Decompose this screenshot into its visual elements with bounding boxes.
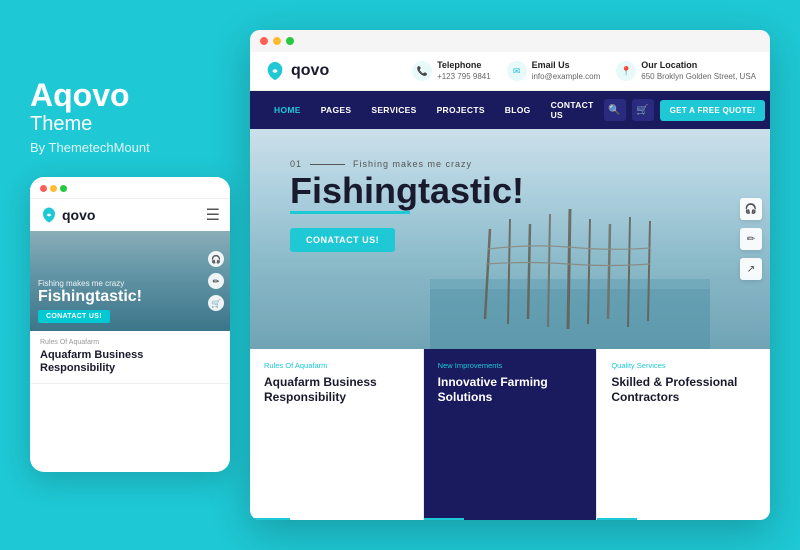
site-hero: 01 Fishing makes me crazy Fishingtastic!… (250, 129, 770, 349)
dot-green (60, 185, 67, 192)
nav-projects[interactable]: PROJECTS (427, 96, 495, 124)
site-logo: qovo (264, 60, 329, 82)
free-quote-button[interactable]: GET A FREE QUOTE! (660, 100, 766, 121)
brand-theme: Theme (30, 113, 250, 136)
mobile-card-title: Aquafarm Business Responsibility (40, 349, 220, 375)
nav-blog[interactable]: BLOG (495, 96, 541, 124)
mobile-logo-text: qovo (62, 207, 95, 223)
cart-button[interactable]: 🛒 (632, 99, 654, 121)
desktop-dot-green (286, 37, 294, 45)
desktop-dot-red (260, 37, 268, 45)
desktop-topbar (250, 30, 770, 52)
mobile-logo-row: qovo ☰ (30, 199, 230, 231)
card-skilled-border (597, 518, 637, 520)
cart-icon: 🛒 (208, 295, 224, 311)
contact-email: ✉ Email Us info@example.com (507, 60, 601, 82)
card-aquafarm-border (250, 518, 290, 520)
search-button[interactable]: 🔍 (604, 99, 626, 121)
card-innovative-title: Innovative Farming Solutions (438, 375, 583, 405)
site-nav: HOME PAGES SERVICES PROJECTS BLOG CONTAC… (250, 91, 770, 129)
desktop-mockup: qovo 📞 Telephone +123 795 9841 ✉ Email U… (250, 30, 770, 520)
brand-by: By ThemetechMount (30, 140, 250, 155)
nav-home[interactable]: HOME (264, 96, 311, 124)
card-innovative-label: New Improvements (438, 361, 583, 370)
nav-right: 🔍 🛒 GET A FREE QUOTE! (604, 99, 766, 121)
hero-cta-button[interactable]: CONATACT US! (290, 228, 395, 252)
headphone-icon: 🎧 (208, 251, 224, 267)
mobile-side-icons: 🎧 ✏ 🛒 (208, 251, 224, 311)
card-skilled: Quality Services Skilled & Professional … (597, 349, 770, 520)
hero-number: 01 Fishing makes me crazy (290, 159, 524, 169)
card-aquafarm-label: Rules Of Aquafarm (264, 361, 409, 370)
card-aquafarm: Rules Of Aquafarm Aquafarm Business Resp… (250, 349, 424, 520)
site-logo-icon (264, 60, 286, 82)
mobile-tagline: Fishing makes me crazy (38, 279, 222, 288)
location-icon: 📍 (616, 61, 636, 81)
mobile-card: Rules Of Aquafarm Aquafarm Business Resp… (30, 331, 230, 384)
mobile-logo: qovo (40, 206, 95, 224)
left-panel: Aqovo Theme By ThemetechMount qovo ☰ (30, 78, 250, 472)
hero-content: 01 Fishing makes me crazy Fishingtastic!… (290, 159, 524, 252)
header-contact: 📞 Telephone +123 795 9841 ✉ Email Us inf… (412, 60, 756, 82)
edit-icon: ✏ (208, 273, 224, 289)
mobile-hero: Fishing makes me crazy Fishingtastic! CO… (30, 231, 230, 331)
mobile-card-label: Rules Of Aquafarm (40, 339, 220, 346)
contact-location: 📍 Our Location 650 Broklyn Golden Street… (616, 60, 756, 82)
dot-red (40, 185, 47, 192)
email-text: Email Us info@example.com (532, 60, 601, 82)
card-skilled-title: Skilled & Professional Contractors (611, 375, 756, 405)
card-aquafarm-title: Aquafarm Business Responsibility (264, 375, 409, 405)
desktop-dot-yellow (273, 37, 281, 45)
card-innovative-border (424, 518, 464, 520)
phone-icon: 📞 (412, 61, 432, 81)
nav-services[interactable]: SERVICES (361, 96, 426, 124)
email-icon: ✉ (507, 61, 527, 81)
brand-block: Aqovo Theme By ThemetechMount (30, 78, 250, 155)
site-header-top: qovo 📞 Telephone +123 795 9841 ✉ Email U… (250, 52, 770, 91)
nav-pages[interactable]: PAGES (311, 96, 362, 124)
hero-title: Fishingtastic! (290, 173, 524, 209)
site-logo-text: qovo (291, 62, 329, 80)
hero-icon-headphone[interactable]: 🎧 (740, 198, 762, 220)
location-text: Our Location 650 Broklyn Golden Street, … (641, 60, 756, 82)
hero-number-line (310, 164, 345, 165)
card-innovative: New Improvements Innovative Farming Solu… (424, 349, 598, 520)
mobile-hero-content: Fishing makes me crazy Fishingtastic! CO… (38, 279, 222, 324)
contact-phone: 📞 Telephone +123 795 9841 (412, 60, 491, 82)
card-skilled-label: Quality Services (611, 361, 756, 370)
mobile-logo-icon (40, 206, 58, 224)
cards-section: Rules Of Aquafarm Aquafarm Business Resp… (250, 349, 770, 520)
hero-icon-edit[interactable]: ✏ (740, 228, 762, 250)
mobile-hero-title: Fishingtastic! (38, 288, 222, 306)
hero-icon-share[interactable]: ↗ (740, 258, 762, 280)
phone-text: Telephone +123 795 9841 (437, 60, 491, 82)
mobile-cta-button[interactable]: CONATACT US! (38, 310, 110, 323)
hero-title-underline (290, 211, 410, 214)
dot-yellow (50, 185, 57, 192)
mobile-topbar (30, 177, 230, 199)
mobile-mockup: qovo ☰ Fishing makes me crazy Fishingtas… (30, 177, 230, 472)
nav-contact[interactable]: CONTACT US (541, 91, 604, 129)
hero-right-icons: 🎧 ✏ ↗ (740, 198, 762, 280)
hamburger-icon[interactable]: ☰ (206, 205, 220, 225)
brand-name: Aqovo (30, 78, 250, 113)
mobile-dots (40, 185, 67, 192)
